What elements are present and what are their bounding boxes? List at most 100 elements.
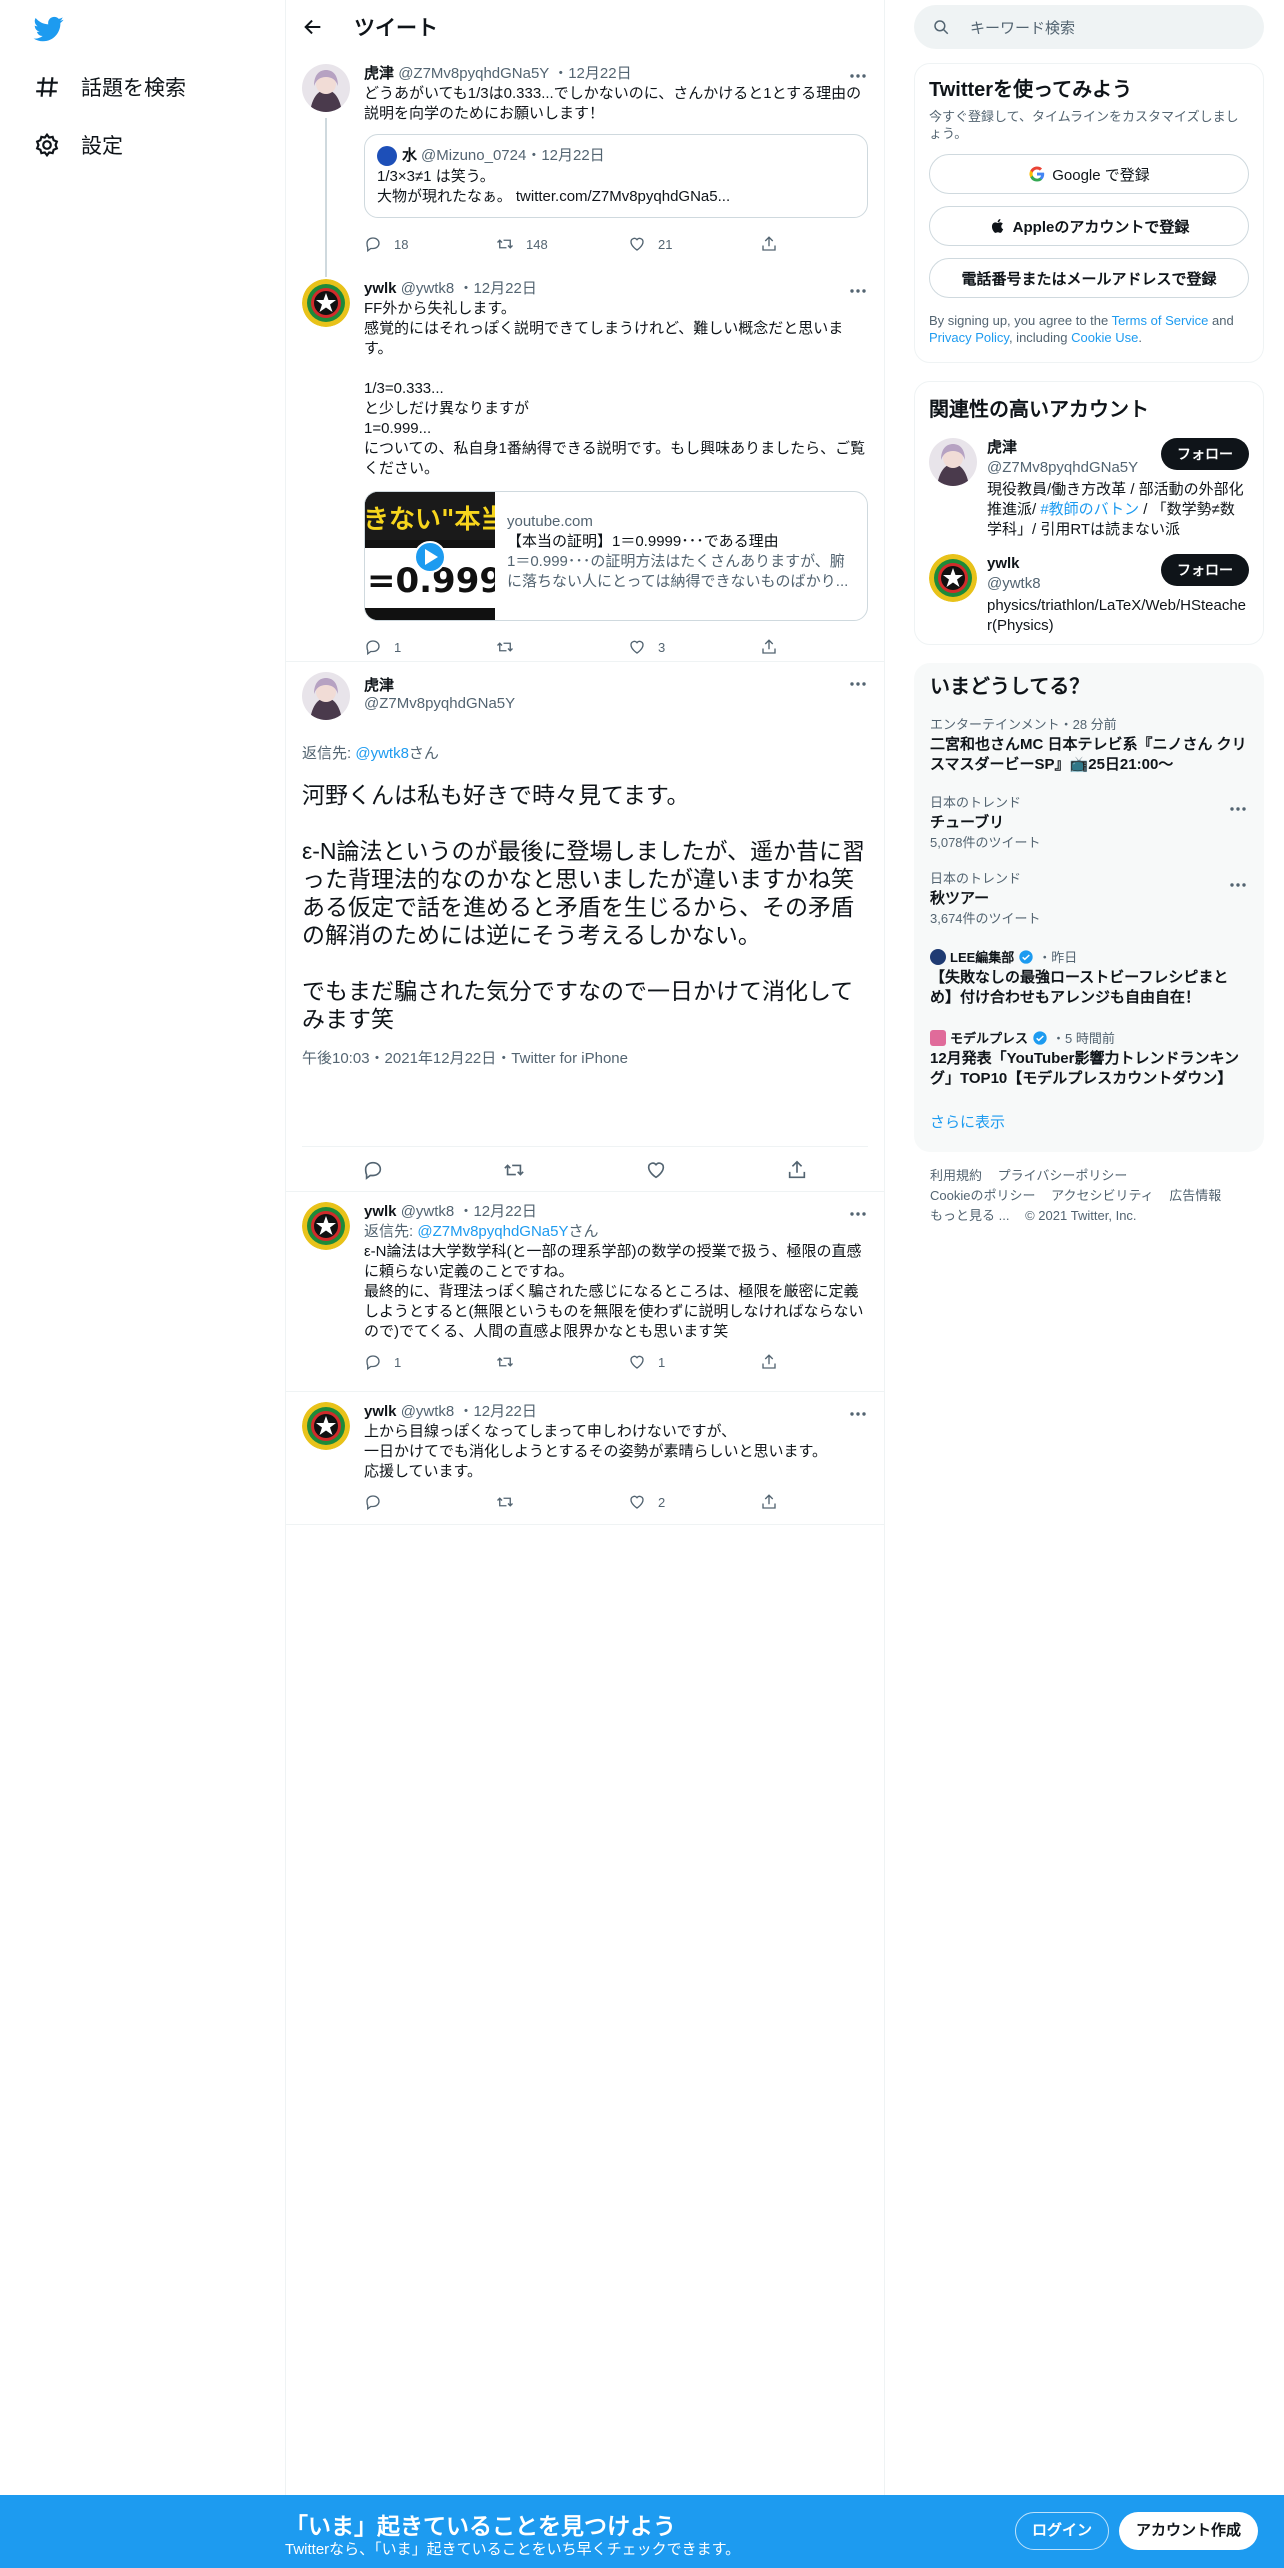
reply-to-link[interactable]: @ywtk8 <box>355 745 409 762</box>
author-handle[interactable]: @Z7Mv8pyqhdGNa5Y <box>398 65 549 82</box>
footer-more-link[interactable]: もっと見る ... <box>930 1208 1009 1223</box>
tweet-actions: 2 <box>364 1484 868 1520</box>
trend-item[interactable]: 日本のトレンド 秋ツアー 3,674件のツイート <box>914 861 1264 937</box>
footer-link-privacy[interactable]: プライバシーポリシー <box>998 1168 1128 1183</box>
more-icon[interactable] <box>848 1204 868 1224</box>
nav-settings[interactable]: 設定 <box>34 125 123 165</box>
reply-button[interactable] <box>364 1493 496 1511</box>
account-item[interactable]: 虎津 @Z7Mv8pyqhdGNa5Y フォロー 現役教員/働き方改革 / 部活… <box>929 438 1249 540</box>
share-button[interactable] <box>760 1493 800 1511</box>
signup-terms: By signing up, you agree to the Terms of… <box>929 312 1249 346</box>
like-button[interactable]: 21 <box>628 235 760 253</box>
more-icon[interactable] <box>848 66 868 86</box>
card-body: youtube.com 【本当の証明】1＝0.9999･･･である理由 1＝0.… <box>495 492 867 620</box>
author-handle[interactable]: @ywtk8 <box>401 1403 455 1420</box>
avatar[interactable] <box>302 64 350 112</box>
reply-to: 返信先: @ywtk8さん <box>302 742 868 763</box>
tweet-4[interactable]: ywlk @ywtk8 ・12月22日 上から目線っぽくなってしまって申しわけな… <box>286 1392 884 1525</box>
cookie-use-link[interactable]: Cookie Use <box>1071 330 1138 345</box>
tweet-3[interactable]: ywlk @ywtk8 ・12月22日 返信先: @Z7Mv8pyqhdGNa5… <box>286 1192 884 1392</box>
back-arrow-icon[interactable] <box>302 16 324 38</box>
share-button[interactable] <box>760 638 800 656</box>
retweet-button[interactable] <box>496 1353 628 1371</box>
avatar[interactable] <box>929 438 977 486</box>
privacy-policy-link[interactable]: Privacy Policy <box>929 330 1009 345</box>
avatar[interactable] <box>929 554 977 602</box>
retweet-icon[interactable] <box>503 1159 525 1181</box>
like-button[interactable]: 3 <box>628 638 760 656</box>
footer-link-ads[interactable]: 広告情報 <box>1169 1188 1221 1203</box>
reply-icon[interactable] <box>362 1159 384 1181</box>
follow-button[interactable]: フォロー <box>1161 438 1249 470</box>
more-icon[interactable] <box>1228 799 1248 819</box>
phone-signup-button[interactable]: 電話番号またはメールアドレスで登録 <box>929 258 1249 298</box>
footer-link-terms[interactable]: 利用規約 <box>930 1168 982 1183</box>
trend-item[interactable]: エンターテインメント・28 分前 二宮和也さんMC 日本テレビ系『ニノさん クリ… <box>914 707 1264 785</box>
google-signup-button[interactable]: Google で登録 <box>929 154 1249 194</box>
reply-icon <box>366 1355 380 1371</box>
link-card[interactable]: きない"本当の =0.9999･ youtube.com 【本当の証明】1＝0.… <box>364 491 868 621</box>
nav-explore[interactable]: 話題を検索 <box>34 67 186 107</box>
avatar[interactable] <box>302 672 350 720</box>
tweet-date[interactable]: ・12月22日 <box>458 280 536 297</box>
reply-button[interactable]: 18 <box>364 235 496 253</box>
verified-badge-icon <box>1019 949 1033 964</box>
focal-tweet: 虎津 @Z7Mv8pyqhdGNa5Y 返信先: @ywtk8さん 河野くんは私… <box>286 662 884 1192</box>
author-handle[interactable]: @Z7Mv8pyqhdGNa5Y <box>364 695 868 712</box>
hashtag-link[interactable]: #教師のバトン <box>1040 501 1139 518</box>
reply-to-link[interactable]: @Z7Mv8pyqhdGNa5Y <box>417 1223 568 1240</box>
phone-signup-label: 電話番号またはメールアドレスで登録 <box>961 270 1217 288</box>
more-icon[interactable] <box>1228 875 1248 895</box>
reply-button[interactable]: 1 <box>364 638 496 656</box>
follow-button[interactable]: フォロー <box>1161 554 1249 586</box>
author-handle[interactable]: @ywtk8 <box>401 280 455 297</box>
tweet-date[interactable]: ・12月22日 <box>458 1403 536 1420</box>
tweet-1[interactable]: 虎津 @Z7Mv8pyqhdGNa5Y ・12月22日 どうあがいても1/3は0… <box>286 54 884 269</box>
news-item[interactable]: モデルプレス ・5 時間前 12月発表「YouTuber影響力トレンドランキング… <box>914 1018 1264 1099</box>
video-thumbnail[interactable]: きない"本当の =0.9999･ <box>365 492 544 620</box>
like-count: 21 <box>658 236 673 252</box>
trend-item[interactable]: 日本のトレンド チューブリ 5,078件のツイート <box>914 785 1264 861</box>
twitter-bird-icon[interactable] <box>32 14 66 44</box>
retweet-button[interactable]: 148 <box>496 235 628 253</box>
search-box[interactable]: キーワード検索 <box>914 5 1264 49</box>
avatar[interactable] <box>302 1402 350 1450</box>
author-name[interactable]: ywlk <box>364 1403 397 1420</box>
author-name[interactable]: ywlk <box>364 280 397 297</box>
share-button[interactable] <box>760 1353 800 1371</box>
author-handle[interactable]: @ywtk8 <box>401 1203 455 1220</box>
quoted-tweet[interactable]: 水 @Mizuno_0724 ・12月22日 1/3×3≠1 は笑う。 大物が現… <box>364 134 868 218</box>
search-input[interactable]: キーワード検索 <box>970 17 1075 38</box>
author-name[interactable]: 虎津 <box>364 65 394 82</box>
like-button[interactable]: 2 <box>628 1493 760 1511</box>
terms-of-service-link[interactable]: Terms of Service <box>1112 313 1209 328</box>
footer-link-cookie[interactable]: Cookieのポリシー <box>930 1188 1035 1203</box>
author-name[interactable]: 虎津 <box>364 674 868 695</box>
retweet-button[interactable] <box>496 1493 628 1511</box>
share-button[interactable] <box>760 235 800 253</box>
account-item[interactable]: ywlk @ywtk8 フォロー physics/triathlon/LaTeX… <box>929 554 1249 636</box>
signup-button[interactable]: アカウント作成 <box>1119 2512 1259 2550</box>
tweet-date[interactable]: ・12月22日 <box>553 65 631 82</box>
avatar[interactable] <box>302 279 350 327</box>
tweet-timestamp[interactable]: 午後10:03・2021年12月22日・Twitter for iPhone <box>302 1047 868 1068</box>
avatar[interactable] <box>302 1202 350 1250</box>
login-button[interactable]: ログイン <box>1015 2512 1110 2550</box>
trend-context: エンターテインメント・28 分前 <box>930 717 1117 732</box>
show-more-link[interactable]: さらに表示 <box>914 1099 1264 1144</box>
footer-link-accessibility[interactable]: アクセシビリティ <box>1051 1188 1154 1203</box>
author-name[interactable]: ywlk <box>364 1203 397 1220</box>
more-icon[interactable] <box>848 281 868 301</box>
retweet-button[interactable] <box>496 638 628 656</box>
more-icon[interactable] <box>848 1404 868 1424</box>
tweet-2[interactable]: ywlk @ywtk8 ・12月22日 FF外から失礼します。 感覚的にはそれっ… <box>286 269 884 662</box>
news-item[interactable]: LEE編集部 ・昨日 【失敗なしの最強ローストビーフレシピまとめ】付け合わせもア… <box>914 937 1264 1018</box>
heart-icon[interactable] <box>645 1159 667 1181</box>
share-icon[interactable] <box>786 1159 808 1181</box>
like-button[interactable]: 1 <box>628 1353 760 1371</box>
apple-signup-label: Appleのアカウントで登録 <box>1012 218 1190 236</box>
reply-button[interactable]: 1 <box>364 1353 496 1371</box>
tweet-date[interactable]: ・12月22日 <box>458 1203 536 1220</box>
more-icon[interactable] <box>848 674 868 694</box>
apple-signup-button[interactable]: Appleのアカウントで登録 <box>929 206 1249 246</box>
